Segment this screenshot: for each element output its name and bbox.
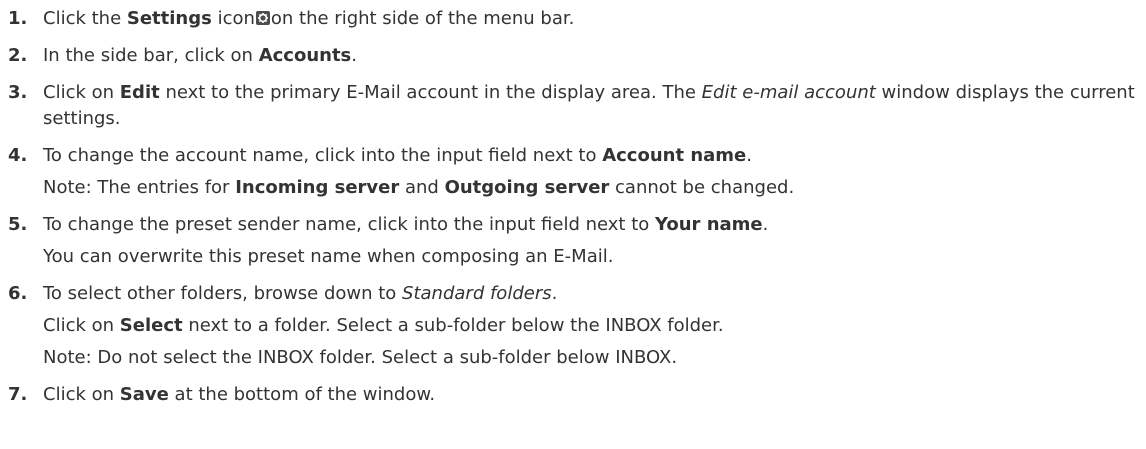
step-text: . bbox=[746, 145, 752, 166]
step-line: Click the Settings icon on the right side… bbox=[43, 6, 1146, 32]
step-line: To select other folders, browse down to … bbox=[43, 281, 1146, 307]
step-line: Click on Edit next to the primary E-Mail… bbox=[43, 80, 1146, 132]
bold-term: Save bbox=[119, 384, 169, 405]
step-item: 3. Click on Edit next to the primary E-Ma… bbox=[0, 80, 1146, 132]
italic-term: Standard folders bbox=[402, 283, 552, 304]
step-text: next to a folder. Select a sub-folder be… bbox=[182, 315, 724, 336]
step-text: To change the preset sender name, click … bbox=[43, 214, 655, 235]
step-text: Note: Do not select the INBOX folder. Se… bbox=[43, 347, 678, 368]
step-text: Note: The entries for bbox=[43, 177, 236, 198]
step-line: You can overwrite this preset name when … bbox=[43, 244, 1146, 270]
step-item: 7. Click on Save at the bottom of the win… bbox=[0, 382, 1146, 408]
step-line: In the side bar, click on Accounts. bbox=[43, 43, 1146, 69]
step-text: . bbox=[351, 45, 358, 66]
italic-term: Edit e-mail account bbox=[701, 82, 876, 103]
step-text: Click on bbox=[43, 315, 120, 336]
step-text: and bbox=[399, 177, 445, 198]
step-line: To change the preset sender name, click … bbox=[43, 212, 1146, 238]
bold-term: Outgoing server bbox=[444, 177, 610, 198]
step-line: Click on Save at the bottom of the windo… bbox=[43, 382, 1146, 408]
settings-icon bbox=[255, 11, 270, 25]
step-number: 3. bbox=[8, 82, 28, 103]
step-text: To select other folders, browse down to bbox=[43, 283, 403, 304]
step-number: 6. bbox=[8, 283, 28, 304]
step-number: 2. bbox=[8, 45, 28, 66]
bold-term: Incoming server bbox=[235, 177, 400, 198]
step-number: 5. bbox=[8, 214, 28, 235]
step-text: To change the account name, click into t… bbox=[43, 145, 603, 166]
bold-term: Select bbox=[119, 315, 183, 336]
step-text: icon bbox=[211, 8, 255, 29]
step-line: Note: Do not select the INBOX folder. Se… bbox=[43, 345, 1146, 371]
step-number: 1. bbox=[8, 8, 28, 29]
step-text: You can overwrite this preset name when … bbox=[43, 246, 614, 267]
step-line: Note: The entries for Incoming server an… bbox=[43, 175, 1146, 201]
step-line: To change the account name, click into t… bbox=[43, 143, 1146, 169]
bold-term: Accounts bbox=[258, 45, 352, 66]
step-text: . bbox=[551, 283, 558, 304]
step-text: In the side bar, click on bbox=[43, 45, 259, 66]
step-item: 2. In the side bar, click on Accounts. bbox=[0, 43, 1146, 69]
step-item: 1. Click the Settings icon on the right si… bbox=[0, 6, 1146, 32]
step-text: on the right side of the menu bar. bbox=[270, 8, 575, 29]
step-text: Click the bbox=[43, 8, 127, 29]
step-item: 4. To change the account name, click into… bbox=[0, 143, 1146, 201]
step-number: 4. bbox=[8, 145, 28, 166]
step-text: cannot be changed. bbox=[609, 177, 795, 198]
step-item: 6. To select other folders, browse down t… bbox=[0, 281, 1146, 371]
bold-term: Account name bbox=[602, 145, 747, 166]
step-line: Click on Select next to a folder. Select… bbox=[43, 313, 1146, 339]
step-text: next to the primary E-Mail account in th… bbox=[159, 82, 702, 103]
bold-term: Your name bbox=[654, 214, 763, 235]
bold-term: Edit bbox=[119, 82, 160, 103]
step-text: at the bottom of the window. bbox=[168, 384, 436, 405]
step-number: 7. bbox=[8, 384, 28, 405]
instruction-steps: 1. Click the Settings icon on the right si… bbox=[0, 0, 1146, 408]
step-text: Click on bbox=[43, 82, 120, 103]
step-text: Click on bbox=[43, 384, 120, 405]
step-text: . bbox=[762, 214, 769, 235]
bold-term: Settings bbox=[126, 8, 212, 29]
step-item: 5. To change the preset sender name, clic… bbox=[0, 212, 1146, 270]
